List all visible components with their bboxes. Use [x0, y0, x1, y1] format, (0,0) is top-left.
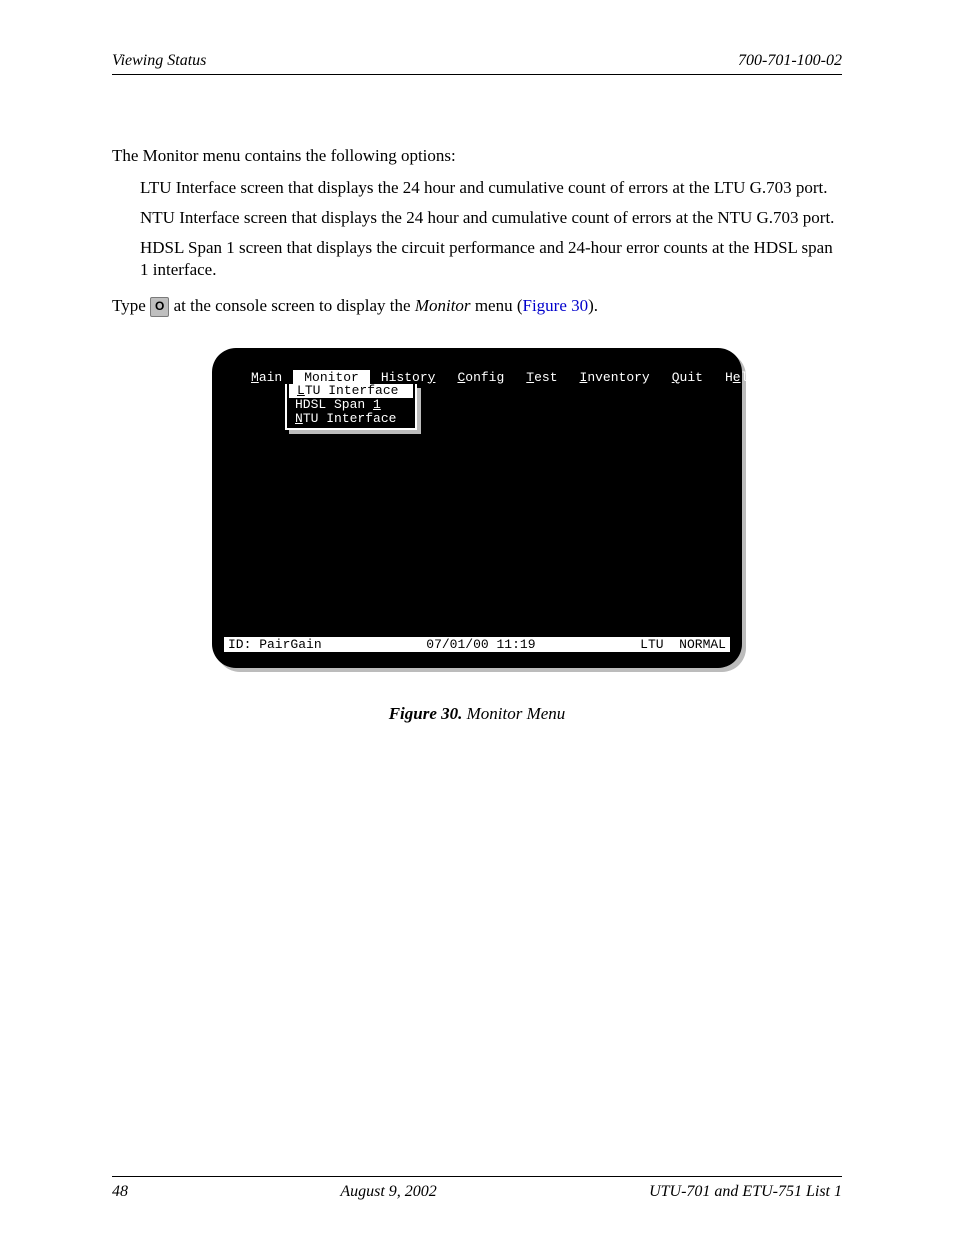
text: at the console screen to display the [169, 296, 414, 315]
list-item: LTU Interface screen that displays the 2… [140, 177, 842, 199]
text: ). [588, 296, 598, 315]
figure-caption: Figure 30. Monitor Menu [112, 704, 842, 724]
list-item: NTU Interface screen that displays the 2… [140, 207, 842, 229]
menu-test[interactable]: Test [515, 370, 568, 385]
monitor-dropdown: LTU Interface HDSL Span 1 NTU Interface [285, 384, 417, 430]
menu-config[interactable]: Config [446, 370, 515, 385]
dropdown-hdsl-span-1[interactable]: HDSL Span 1 [287, 398, 415, 412]
monitor-menu-name: Monitor [415, 296, 471, 315]
status-datetime: 07/01/00 11:19 [322, 637, 641, 652]
menu-inventory[interactable]: Inventory [569, 370, 661, 385]
list-item: HDSL Span 1 screen that displays the cir… [140, 237, 842, 281]
section-title: Viewing Status [112, 52, 206, 70]
menu-help[interactable]: Help [714, 370, 767, 385]
options-list: LTU Interface screen that displays the 2… [140, 177, 842, 281]
figure-ref-link[interactable]: Figure 30 [523, 296, 589, 315]
footer-date: August 9, 2002 [340, 1183, 436, 1201]
figure-container: Main Monitor History Config Test Invento… [112, 348, 842, 668]
menu-quit[interactable]: Quit [661, 370, 714, 385]
status-id: ID: PairGain [224, 637, 322, 652]
dropdown-ltu-interface[interactable]: LTU Interface [289, 384, 413, 398]
figure-title: Monitor Menu [462, 704, 565, 723]
status-bar: ID: PairGain 07/01/00 11:19 LTU NORMAL [224, 637, 730, 652]
page-body: The Monitor menu contains the following … [112, 75, 842, 724]
page-header: Viewing Status 700-701-100-02 [112, 52, 842, 75]
text: Type [112, 296, 150, 315]
text: menu ( [471, 296, 523, 315]
footer-rule [112, 1176, 842, 1177]
intro-paragraph: The Monitor menu contains the following … [112, 145, 842, 167]
type-instruction: Type O at the console screen to display … [112, 295, 842, 317]
footer-doc-title: UTU-701 and ETU-751 List 1 [649, 1183, 842, 1201]
key-o: O [150, 297, 169, 317]
terminal-screen: Main Monitor History Config Test Invento… [212, 348, 742, 668]
dropdown-ntu-interface[interactable]: NTU Interface [287, 412, 415, 426]
menu-main[interactable]: Main [240, 370, 293, 385]
page-footer: 48 August 9, 2002 UTU-701 and ETU-751 Li… [112, 1183, 842, 1201]
figure-label: Figure 30. [389, 704, 463, 723]
status-mode: LTU NORMAL [640, 637, 730, 652]
page-number: 48 [112, 1183, 128, 1201]
doc-number: 700-701-100-02 [738, 52, 842, 70]
